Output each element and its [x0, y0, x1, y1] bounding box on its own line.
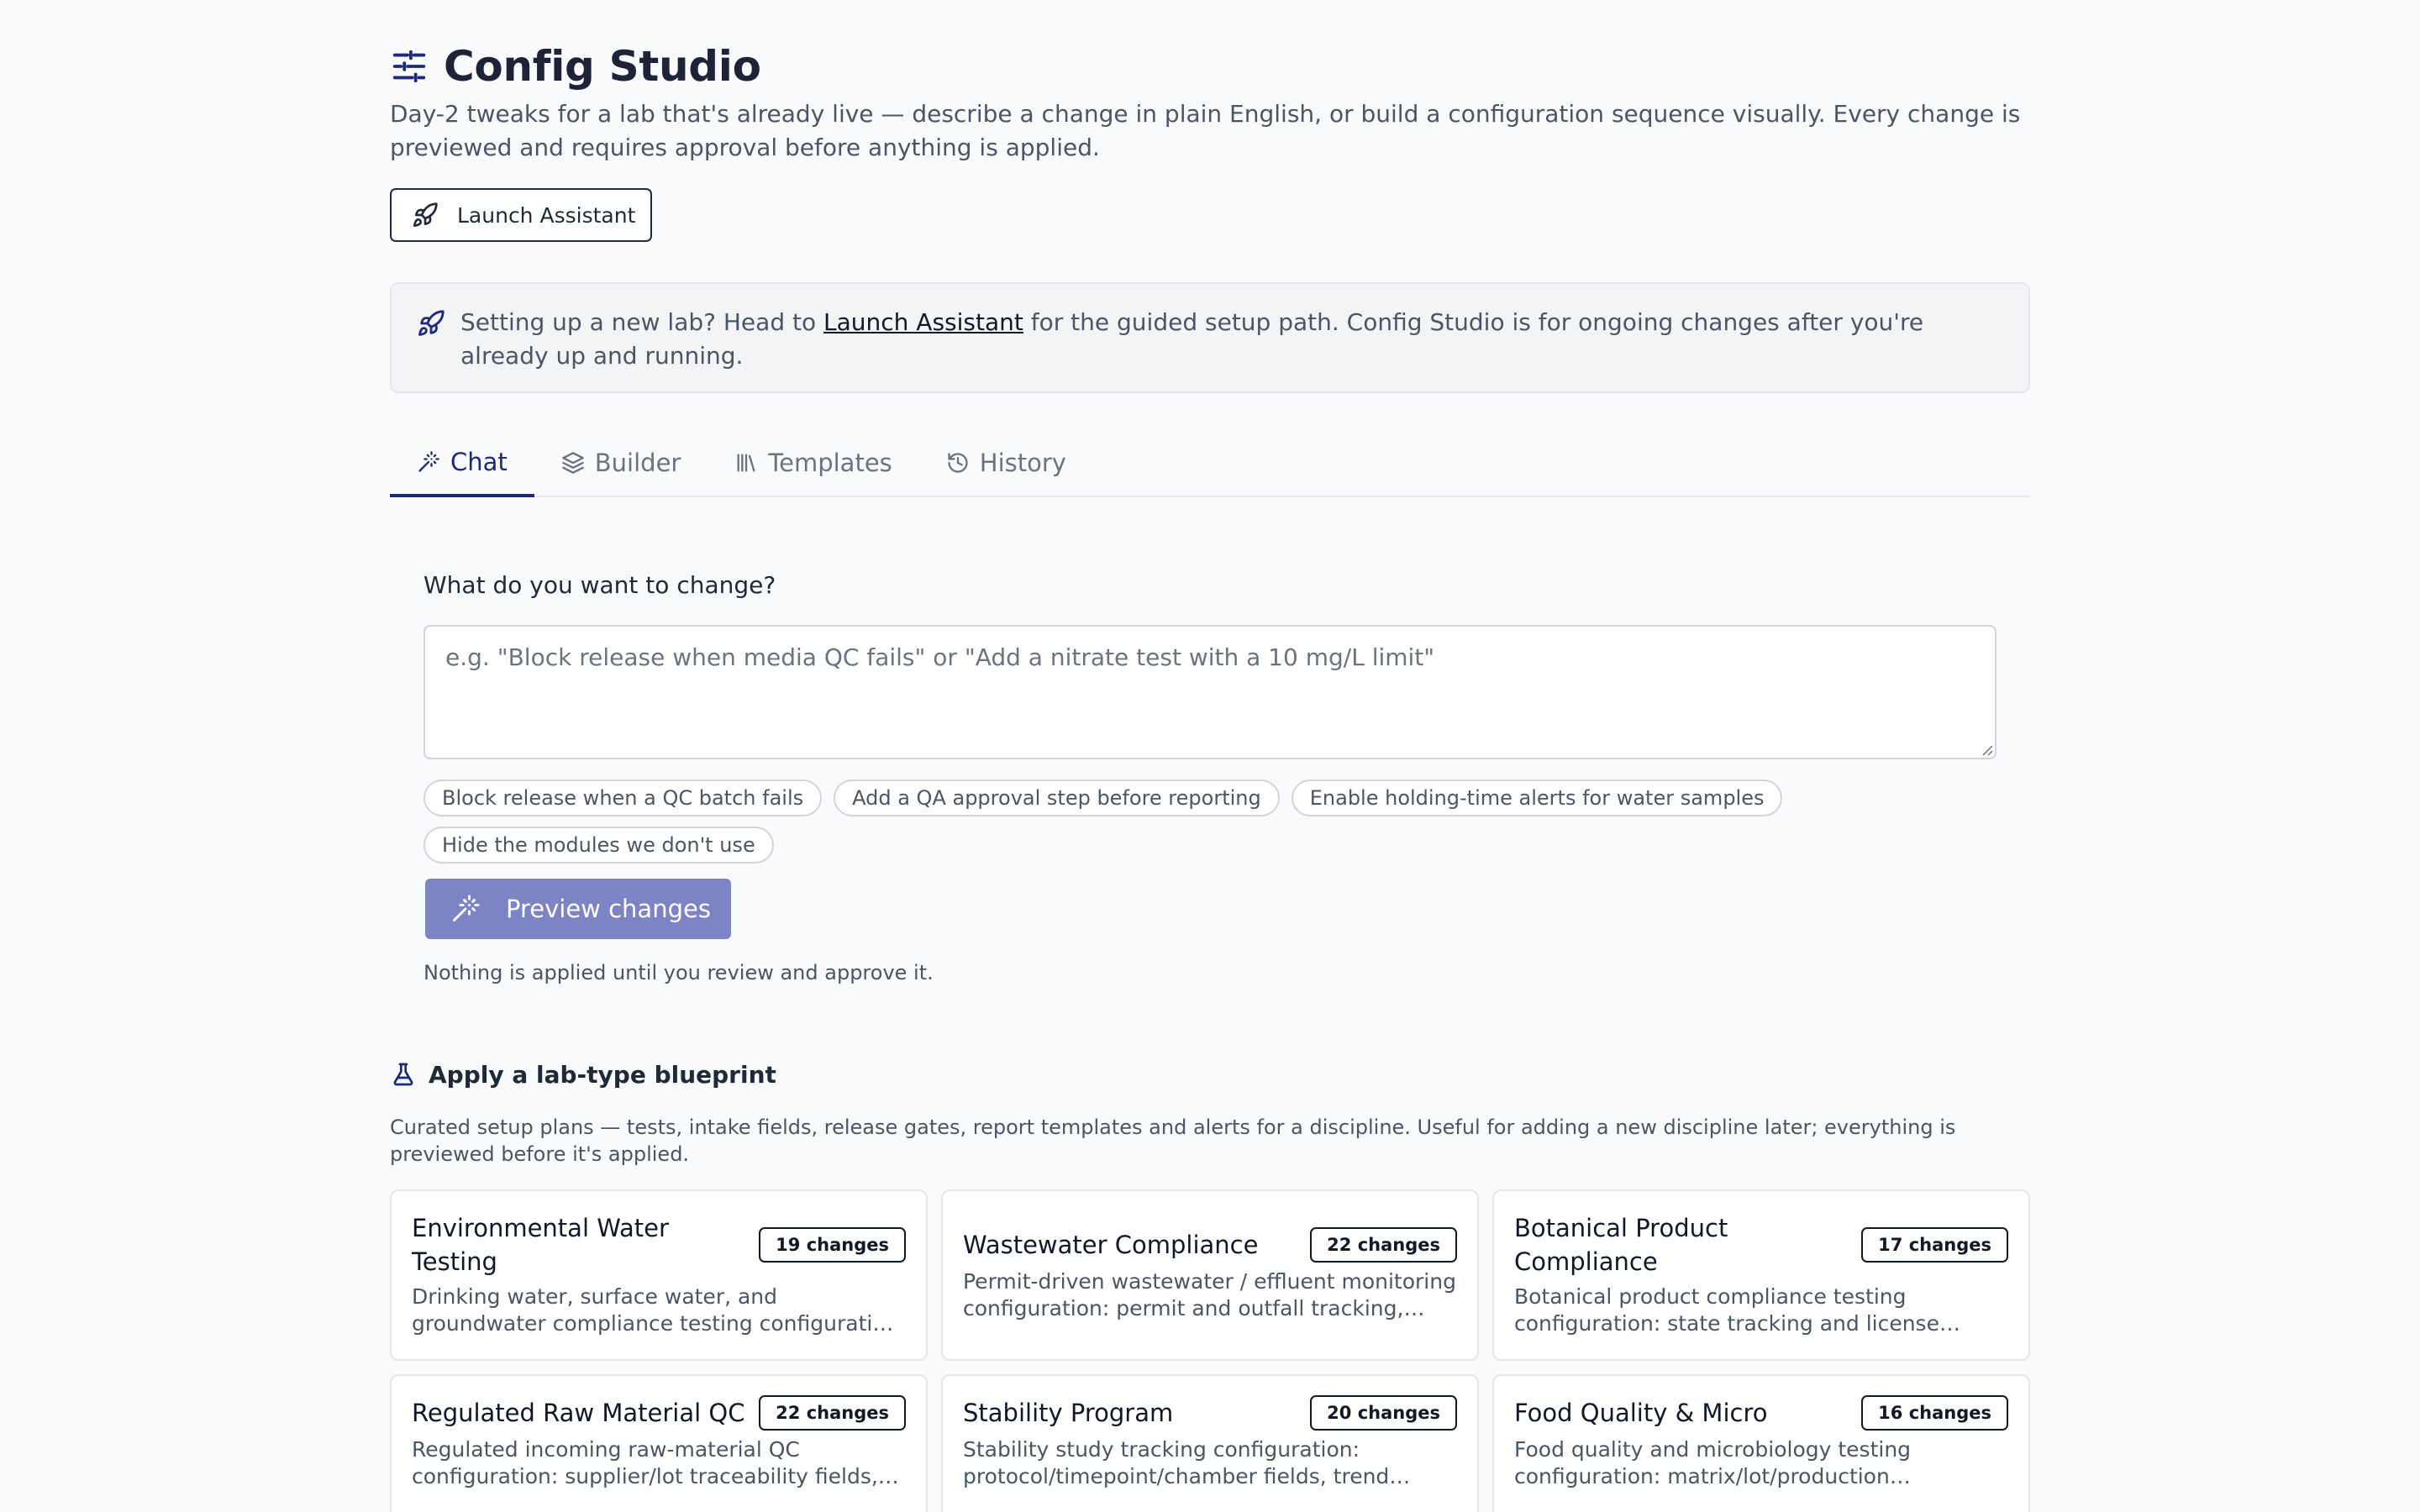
- blueprint-card-raw-material-qc[interactable]: Regulated Raw Material QC 22 changes Reg…: [390, 1374, 928, 1512]
- wand-icon: [418, 451, 439, 472]
- card-description: Food quality and microbiology testing co…: [1514, 1437, 1912, 1488]
- tab-chat[interactable]: Chat: [390, 430, 534, 497]
- launch-assistant-link[interactable]: Launch Assistant: [823, 308, 1023, 336]
- setup-notice: Setting up a new lab? Head to Launch Ass…: [390, 282, 2030, 393]
- card-title: Environmental Water Testing: [412, 1214, 669, 1276]
- rocket-icon: [418, 310, 445, 336]
- card-header: Environmental Water Testing 19 changes: [412, 1210, 906, 1280]
- card-title: Stability Program: [963, 1399, 1174, 1427]
- change-count-badge: 20 changes: [1310, 1395, 1457, 1431]
- tab-history[interactable]: History: [919, 430, 1093, 496]
- blueprint-cards: Environmental Water Testing 19 changes D…: [390, 1189, 2030, 1512]
- suggestion-chip[interactable]: Add a QA approval step before reporting: [834, 780, 1280, 816]
- card-title: Botanical Product Compliance: [1514, 1214, 1728, 1276]
- card-description: Permit-driven wastewater / effluent moni…: [963, 1269, 1456, 1320]
- sliders-icon: [392, 50, 426, 83]
- config-studio-page: Config Studio Day-2 tweaks for a lab tha…: [0, 0, 2420, 1512]
- blueprint-description: Curated setup plans — tests, intake fiel…: [390, 1116, 1956, 1166]
- library-icon: [737, 454, 755, 472]
- page-header: Config Studio: [390, 37, 761, 96]
- card-header: Regulated Raw Material QC 22 changes: [412, 1389, 906, 1436]
- blueprint-card-food-quality[interactable]: Food Quality & Micro 16 changes Food qua…: [1492, 1374, 2030, 1512]
- resize-handle-icon[interactable]: [1980, 743, 1993, 756]
- approval-hint: Nothing is applied until you review and …: [424, 961, 934, 984]
- notice-text: Setting up a new lab? Head to Launch Ass…: [460, 306, 2003, 373]
- tab-builder-label: Builder: [594, 449, 681, 477]
- blueprint-card-stability[interactable]: Stability Program 20 changes Stability s…: [941, 1374, 1479, 1512]
- card-header: Botanical Product Compliance 17 changes: [1514, 1210, 2008, 1280]
- card-description: Regulated incoming raw-material QC confi…: [412, 1437, 899, 1488]
- blueprint-header: Apply a lab-type blueprint: [390, 1060, 776, 1089]
- blueprint-card-wastewater[interactable]: Wastewater Compliance 22 changes Permit-…: [941, 1189, 1479, 1361]
- blueprint-heading: Apply a lab-type blueprint: [429, 1060, 776, 1089]
- rocket-icon: [413, 202, 438, 227]
- wand-icon: [453, 895, 480, 921]
- tab-bar: Chat Builder Templates History: [390, 430, 2030, 497]
- card-description: Drinking water, surface water, and groun…: [412, 1284, 906, 1336]
- suggestion-chips: Block release when a QC batch fails Add …: [424, 780, 2003, 864]
- change-prompt-input[interactable]: [424, 625, 1996, 759]
- card-description: Stability study tracking configuration: …: [963, 1437, 1411, 1488]
- change-count-badge: 17 changes: [1861, 1227, 2008, 1263]
- card-header: Stability Program 20 changes: [963, 1389, 1457, 1436]
- blueprint-card-environmental-water[interactable]: Environmental Water Testing 19 changes D…: [390, 1189, 928, 1361]
- change-count-badge: 22 changes: [1310, 1227, 1457, 1263]
- preview-changes-label: Preview changes: [506, 895, 711, 923]
- suggestion-chip[interactable]: Hide the modules we don't use: [424, 827, 774, 864]
- page-title: Config Studio: [444, 42, 761, 91]
- launch-assistant-label: Launch Assistant: [457, 202, 636, 228]
- blueprint-card-botanical[interactable]: Botanical Product Compliance 17 changes …: [1492, 1189, 2030, 1361]
- change-count-badge: 22 changes: [759, 1395, 906, 1431]
- card-title: Wastewater Compliance: [963, 1231, 1259, 1259]
- suggestion-chip[interactable]: Block release when a QC batch fails: [424, 780, 823, 816]
- card-description: Botanical product compliance testing con…: [1514, 1284, 1960, 1336]
- tab-templates[interactable]: Templates: [708, 430, 918, 496]
- page-subtitle: Day-2 tweaks for a lab that's already li…: [390, 100, 2021, 161]
- tab-history-label: History: [979, 449, 1066, 477]
- change-count-badge: 16 changes: [1861, 1395, 2008, 1431]
- preview-changes-button[interactable]: Preview changes: [425, 879, 731, 939]
- layers-icon: [561, 452, 584, 474]
- suggestion-chip[interactable]: Enable holding-time alerts for water sam…: [1291, 780, 1783, 816]
- tab-builder[interactable]: Builder: [534, 430, 708, 496]
- tab-chat-label: Chat: [450, 448, 508, 476]
- notice-text-pre: Setting up a new lab? Head to: [460, 308, 824, 336]
- launch-assistant-button[interactable]: Launch Assistant: [390, 188, 652, 242]
- tab-templates-label: Templates: [768, 449, 892, 477]
- card-header: Food Quality & Micro 16 changes: [1514, 1389, 2008, 1436]
- change-count-badge: 19 changes: [759, 1227, 906, 1263]
- card-title: Food Quality & Micro: [1514, 1399, 1768, 1427]
- change-prompt-label: What do you want to change?: [424, 571, 776, 599]
- history-icon: [948, 453, 968, 473]
- card-title: Regulated Raw Material QC: [412, 1399, 745, 1427]
- flask-icon: [393, 1063, 413, 1086]
